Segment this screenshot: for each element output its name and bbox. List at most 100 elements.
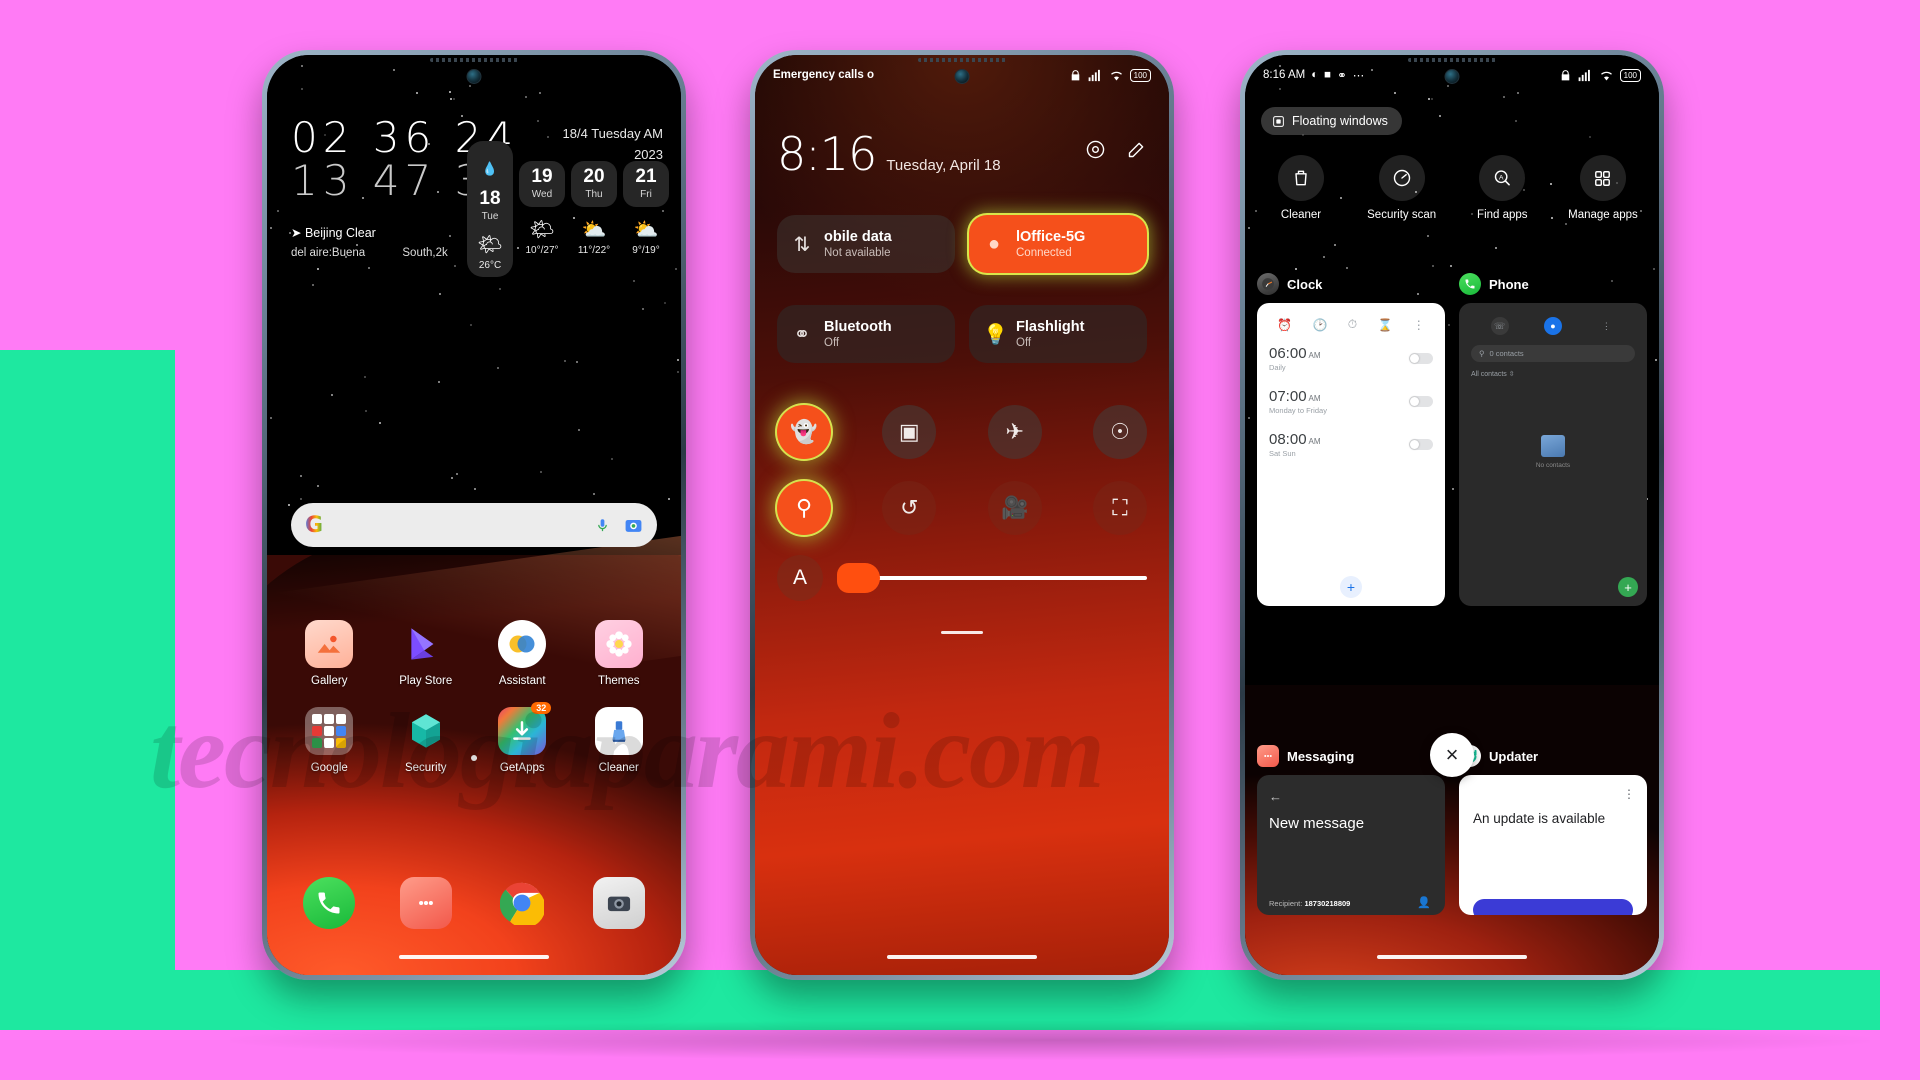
google-lens-icon[interactable]	[624, 516, 643, 535]
qs-clock[interactable]: 8:16 Tuesday, April 18	[777, 127, 1001, 181]
qs-tile-flashlight[interactable]: 💡 Flashlight Off	[969, 305, 1147, 363]
settings-gear-icon[interactable]	[1085, 139, 1106, 160]
microphone-icon[interactable]	[595, 516, 610, 535]
qs-tile-wifi[interactable]: ● lOffice-5G Connected	[969, 215, 1147, 273]
alarm-row[interactable]: 07:00 AM Monday to Friday	[1257, 381, 1445, 424]
gesture-nav-bar[interactable]	[1377, 955, 1527, 959]
qs-tile-sub: Not available	[824, 246, 891, 259]
google-search-bar[interactable]: G	[291, 503, 657, 547]
app-getapps[interactable]: 32 GetApps	[483, 702, 561, 774]
app-row-1: Gallery Play Store Assistant Themes	[281, 620, 667, 687]
forecast-day-selected[interactable]: 💧 18 Tue 🌤 26°C	[467, 141, 513, 277]
forecast-day[interactable]: 20 Thu ⛅ 11°/22°	[571, 155, 617, 262]
contacts-tab[interactable]: ●	[1543, 317, 1562, 335]
shortcut-security-scan[interactable]: Security scan	[1360, 155, 1444, 222]
shortcut-manage-apps[interactable]: Manage apps	[1561, 155, 1645, 222]
status-icons: 100	[1069, 68, 1151, 82]
update-action-button[interactable]	[1473, 899, 1633, 915]
clock-icon	[1257, 273, 1279, 295]
recents-card-updater[interactable]: Updater ⋮ An update is available	[1459, 745, 1647, 915]
page-indicator[interactable]	[471, 755, 477, 761]
timer-tab[interactable]: ⌛	[1377, 318, 1392, 332]
camera-icon[interactable]	[592, 877, 645, 929]
alarm-toggle[interactable]	[1409, 353, 1433, 364]
scanner-icon[interactable]: ⛶	[1092, 481, 1147, 535]
brightness-slider[interactable]: A	[777, 555, 1147, 601]
earbud-icon: ⚭	[793, 323, 811, 346]
alarm-row[interactable]: 06:00 AM Daily	[1257, 338, 1445, 381]
recent-calls-tab[interactable]: ☏	[1490, 317, 1509, 335]
gesture-nav-bar[interactable]	[399, 955, 549, 959]
screenshot-icon[interactable]: ▣	[882, 405, 937, 459]
alarm-toggle[interactable]	[1409, 439, 1433, 450]
air-quality-text: del aire:Buena	[291, 247, 366, 259]
shortcut-cleaner[interactable]: Cleaner	[1259, 155, 1343, 222]
recents-card-messaging[interactable]: Messaging ← New message Recipient: 18730…	[1257, 745, 1445, 915]
app-themes[interactable]: Themes	[580, 620, 658, 687]
alarm-toggle[interactable]	[1409, 396, 1433, 407]
qs-time: 8:16	[777, 127, 877, 181]
edit-pencil-icon[interactable]	[1126, 139, 1147, 160]
shortcut-find-apps[interactable]: A Find apps	[1460, 155, 1544, 222]
app-cleaner[interactable]: Cleaner	[580, 707, 658, 774]
shortcut-label: Find apps	[1477, 209, 1528, 221]
airplane-mode-icon[interactable]: ✈	[987, 405, 1042, 459]
qs-tile-mobile-data[interactable]: ⇅ obile data Not available	[777, 215, 955, 273]
contacts-filter[interactable]: All contacts ⇳	[1471, 370, 1635, 378]
weather-forecast-widget[interactable]: 💧 18 Tue 🌤 26°C 19 Wed 🌤 10°/27° 20 Thu	[467, 141, 669, 277]
app-label: GetApps	[499, 762, 545, 774]
messaging-app-preview[interactable]: ← New message Recipient: 18730218809 👤	[1257, 775, 1445, 915]
screen-record-icon[interactable]: 🎥	[987, 481, 1042, 535]
floating-windows-button[interactable]: Floating windows	[1261, 107, 1402, 135]
alarm-tab[interactable]: ⏰	[1277, 318, 1292, 332]
updater-app-preview[interactable]: ⋮ An update is available	[1459, 775, 1647, 915]
page-dot-active[interactable]	[471, 755, 477, 761]
drop-icon: ⚭	[1337, 70, 1347, 82]
overflow-menu[interactable]: ⋮	[1597, 317, 1615, 335]
overflow-menu[interactable]: ⋮	[1413, 318, 1425, 332]
alarm-row[interactable]: 08:00 AM Sat Sun	[1257, 424, 1445, 467]
cloud-sun-icon: ⛅	[633, 219, 659, 241]
messaging-icon[interactable]	[399, 877, 452, 929]
auto-rotate-icon[interactable]: ↺	[882, 481, 937, 535]
add-contact-button[interactable]: +	[1618, 577, 1638, 597]
forecast-day[interactable]: 21 Fri ⛅ 9°/19°	[623, 155, 669, 262]
qs-tile-bluetooth[interactable]: ⚭ Bluetooth Off	[777, 305, 955, 363]
app-assistant[interactable]: Assistant	[483, 620, 561, 687]
overflow-menu[interactable]: ⋮	[1623, 787, 1635, 801]
app-gallery[interactable]: Gallery	[290, 620, 368, 687]
chrome-icon[interactable]	[496, 877, 548, 929]
add-alarm-button[interactable]: +	[1340, 576, 1362, 598]
close-all-button[interactable]: ×	[1430, 733, 1474, 777]
contacts-search-input[interactable]: ⚲ 0 contacts	[1471, 345, 1635, 362]
fingerprint-icon[interactable]: ☉	[1092, 405, 1147, 459]
silent-ghost-icon[interactable]: 👻	[777, 405, 831, 459]
forecast-day[interactable]: 19 Wed 🌤 10°/27°	[519, 155, 565, 262]
contact-picker-icon[interactable]: 👤	[1417, 896, 1431, 909]
brightness-thumb[interactable]	[837, 563, 880, 593]
qs-tile-sub: Connected	[1016, 246, 1072, 259]
phone-app-preview[interactable]: ☏ ● ⋮ ⚲ 0 contacts All contacts ⇳ No con…	[1459, 303, 1647, 606]
stopwatch-tab[interactable]: ⏱	[1348, 317, 1357, 332]
app-security[interactable]: Security	[387, 707, 465, 774]
weather-location-text: Beijing Clear	[304, 226, 376, 240]
recents-card-phone[interactable]: Phone ☏ ● ⋮ ⚲ 0 contacts All contacts ⇳	[1459, 273, 1647, 606]
clock-app-preview[interactable]: ⏰ 🕑 ⏱ ⌛ ⋮ 06:00 AM Daily 07:00 AM Monday…	[1257, 303, 1445, 606]
square-icon: ■	[1324, 69, 1332, 81]
forecast-day-number: 21	[635, 166, 657, 187]
search-a-icon: A	[1479, 155, 1526, 201]
clock-tab[interactable]: 🕑	[1312, 318, 1327, 332]
app-google-folder[interactable]: Google	[290, 707, 368, 774]
gesture-nav-bar[interactable]	[887, 955, 1037, 959]
app-play-store[interactable]: Play Store	[387, 620, 465, 687]
forecast-temp: 11°/22°	[577, 245, 611, 256]
back-arrow-icon[interactable]: ←	[1269, 789, 1433, 804]
auto-brightness-button[interactable]: A	[777, 555, 823, 601]
brightness-track[interactable]	[837, 563, 1147, 593]
alarm-repeat: Daily	[1269, 363, 1286, 372]
phone-icon[interactable]	[303, 877, 356, 929]
signal-icon	[1578, 69, 1590, 81]
qs-expand-handle[interactable]	[941, 631, 983, 634]
recents-card-clock[interactable]: Clock ⏰ 🕑 ⏱ ⌛ ⋮ 06:00 AM Daily 07:00 AM …	[1257, 273, 1445, 606]
location-icon[interactable]: ⚲	[777, 481, 831, 535]
